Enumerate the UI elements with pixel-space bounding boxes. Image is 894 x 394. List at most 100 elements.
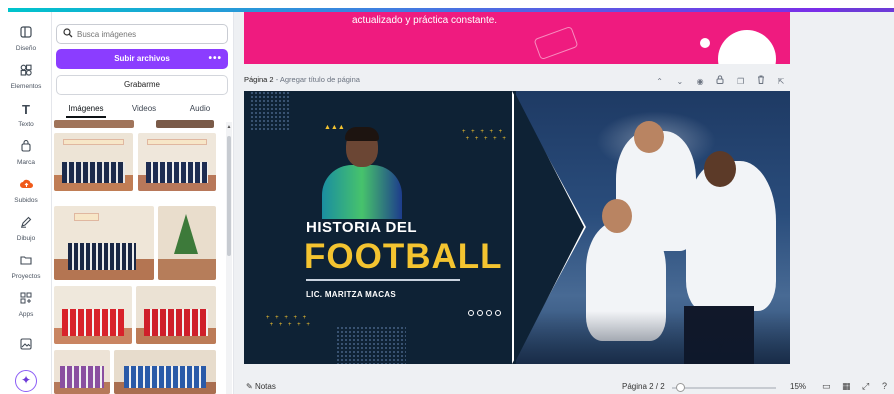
page-header: Página 2 - Agregar título de página ⌃ ⌄ … (244, 75, 790, 89)
hide-eye-icon[interactable]: ◉ (691, 77, 709, 86)
decorative-doodle (533, 25, 579, 61)
page-view-icon[interactable]: ▭ (822, 381, 831, 392)
star-decoration: + + + + + + + + + + (462, 129, 508, 142)
dot-pattern (250, 91, 290, 131)
rail-item-elements[interactable]: Elementos (0, 64, 52, 90)
lock-icon[interactable] (711, 75, 729, 86)
zoom-level[interactable]: 15% (790, 382, 806, 391)
apps-icon (18, 292, 34, 308)
shapes-icon (18, 64, 34, 80)
image-thumbnail[interactable] (54, 350, 110, 394)
upload-files-button[interactable]: Subir archivos ••• (56, 49, 228, 69)
top-gradient-bar (0, 0, 894, 12)
image-thumbnail[interactable] (54, 206, 154, 280)
rail-label: Proyectos (11, 273, 41, 280)
brand-icon (18, 139, 34, 156)
rail-item-apps[interactable]: Apps (0, 292, 52, 318)
star-decoration: + + + + + + + + + + (266, 315, 312, 328)
rail-label: Subidos (14, 197, 38, 204)
record-yourself-button[interactable]: Grabarme (56, 75, 228, 95)
page-indicator[interactable]: Página 2 / 2 (622, 382, 665, 391)
rail-label: Texto (18, 121, 34, 128)
rail-item-photos[interactable] (0, 338, 52, 354)
rail-item-text[interactable]: T Texto (0, 102, 52, 128)
slide-title-small: HISTORIA DEL (306, 219, 418, 236)
rail-label: Marca (16, 159, 36, 166)
page-title-placeholder[interactable]: - Agregar título de página (276, 75, 360, 84)
image-thumbnail[interactable] (156, 120, 214, 128)
image-grid (52, 120, 226, 394)
page-label: Página 2 (244, 75, 274, 84)
rail-item-design[interactable]: Diseño (0, 26, 52, 52)
image-thumbnail[interactable] (54, 120, 134, 128)
more-options-icon[interactable]: ••• (208, 49, 222, 69)
decorative-circle (718, 30, 776, 64)
decorative-dot (700, 38, 710, 48)
page-toolbar: ⌃ ⌄ ◉ ❐ ⇱ (651, 75, 790, 86)
image-thumbnail[interactable] (54, 133, 133, 191)
chevron-up-icon[interactable]: ⌃ (651, 77, 669, 86)
rail-label: Dibujo (16, 235, 36, 242)
circle-decoration (468, 303, 504, 321)
previous-page-slide[interactable]: actualizado y práctica constante. (244, 12, 790, 64)
zoom-slider[interactable] (672, 387, 776, 389)
image-thumbnail[interactable] (54, 286, 132, 344)
notes-button[interactable]: ✎ Notas (246, 382, 276, 391)
text-icon: T (22, 102, 30, 117)
rail-item-draw[interactable]: Dibujo (0, 216, 52, 242)
layout-icon (18, 26, 34, 42)
fullscreen-icon[interactable]: ⤢ (862, 381, 869, 392)
tab-images[interactable]: Imágenes (56, 100, 116, 118)
dot-pattern (336, 326, 406, 364)
zoom-slider-knob[interactable] (676, 383, 685, 392)
title-divider (306, 279, 460, 281)
rail-label: Elementos (10, 83, 42, 90)
search-box[interactable] (56, 24, 228, 44)
media-tabs: Imágenes Videos Audio (52, 100, 234, 122)
rail-item-brand[interactable]: Marca (0, 139, 52, 166)
tab-audio[interactable]: Audio (170, 100, 230, 118)
slide-author: LIC. MARITZA MACAS (306, 290, 396, 299)
upload-files-label: Subir archivos (114, 54, 170, 63)
previous-page-text: actualizado y práctica constante. (352, 15, 498, 26)
search-input[interactable] (77, 27, 217, 41)
canvas-workspace: actualizado y práctica constante. Página… (236, 12, 894, 394)
duplicate-icon[interactable]: ❐ (732, 77, 750, 86)
help-icon[interactable]: ? (882, 381, 887, 391)
player-head (704, 151, 736, 187)
notes-label: Notas (254, 382, 276, 391)
trash-icon[interactable] (752, 75, 770, 86)
image-thumbnail[interactable] (138, 133, 216, 191)
player-head (602, 199, 632, 233)
left-rail: Diseño Elementos T Texto Marca Subidos D… (0, 12, 52, 394)
scroll-thumb[interactable] (227, 136, 231, 256)
chevron-divider (512, 91, 594, 364)
search-icon (63, 28, 73, 41)
bottom-bar: ✎ Notas Página 2 / 2 15% ▭ ▦ ⤢ ? (236, 380, 894, 394)
add-page-icon[interactable]: ⇱ (772, 77, 790, 86)
cloud-upload-icon (18, 178, 34, 194)
image-thumbnail[interactable] (114, 350, 216, 394)
image-thumbnail[interactable] (136, 286, 216, 344)
player-figure (686, 161, 776, 311)
tab-videos[interactable]: Videos (114, 100, 174, 118)
presenter-photo (318, 127, 406, 219)
grid-view-icon[interactable]: ▦ (842, 381, 851, 392)
image-thumbnail[interactable] (158, 206, 216, 280)
image-icon (18, 338, 34, 354)
player-head (634, 121, 664, 153)
panel-scrollbar[interactable]: ▲ (226, 122, 232, 394)
rail-label: Diseño (15, 45, 37, 52)
rail-item-uploads[interactable]: Subidos (0, 178, 52, 204)
notes-icon: ✎ (246, 382, 253, 391)
folder-icon (18, 254, 34, 270)
slide-canvas[interactable]: 7 ▲▲▲ + + + + + + + + + + + + + + + + + … (244, 91, 790, 364)
chevron-down-icon[interactable]: ⌄ (671, 77, 689, 86)
uploads-panel: Subir archivos ••• Grabarme Imágenes Vid… (52, 12, 234, 394)
slide-title-big: FOOTBALL (304, 237, 503, 276)
magic-assistant-icon[interactable]: ✦ (15, 370, 37, 392)
rail-item-projects[interactable]: Proyectos (0, 254, 52, 280)
pen-icon (18, 216, 34, 232)
scroll-up-icon[interactable]: ▲ (226, 124, 232, 130)
rail-label: Apps (18, 311, 34, 318)
